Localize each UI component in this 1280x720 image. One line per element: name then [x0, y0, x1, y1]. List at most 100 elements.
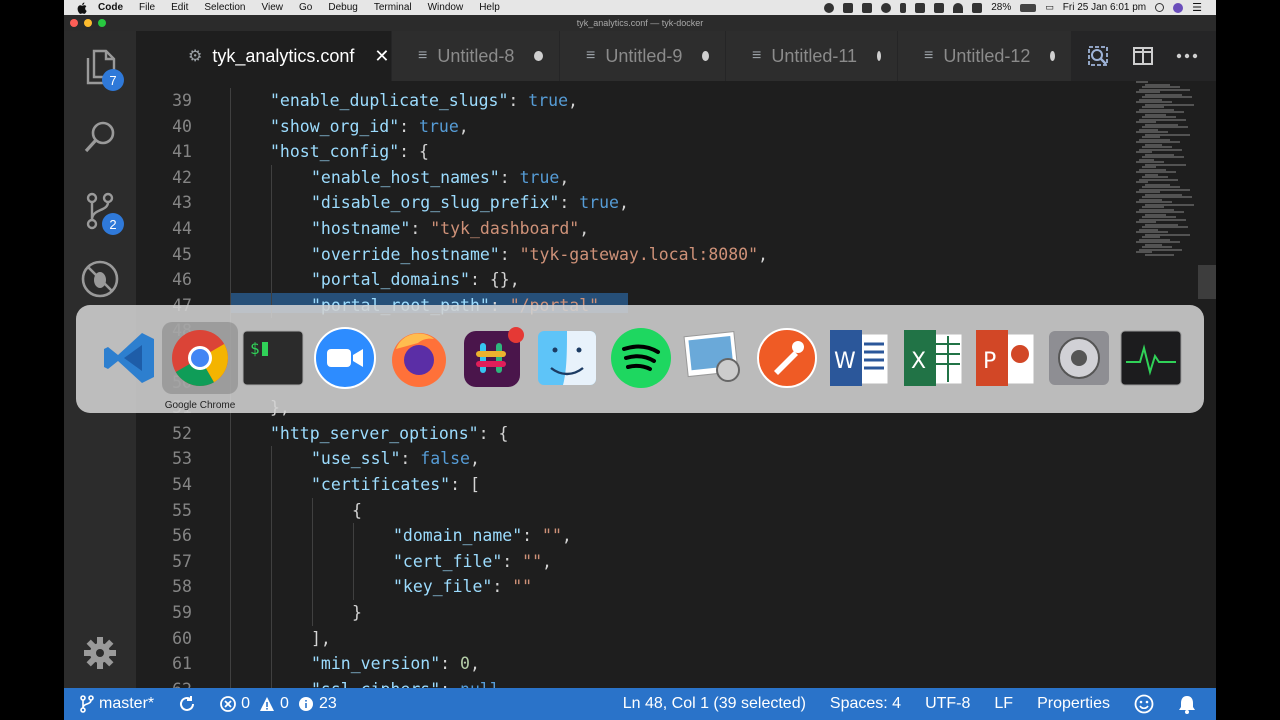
code-token: "portal_domains" [311, 270, 470, 290]
excel-app[interactable]: X [902, 327, 964, 389]
unsaved-dot-icon[interactable] [877, 51, 881, 61]
code-line[interactable]: 61 "min_version": 0, [136, 651, 1136, 677]
code-line[interactable]: 42 "enable_host_names": true, [136, 164, 1136, 191]
flag-icon[interactable]: ▭ [1045, 2, 1054, 13]
code-line[interactable]: 41 "host_config": { [136, 139, 1136, 165]
menu-code[interactable]: Code [98, 2, 123, 13]
sync-button[interactable] [178, 695, 196, 713]
code-line[interactable]: 57 "cert_file": "", [136, 548, 1136, 575]
finder-app[interactable] [536, 327, 598, 389]
debug-activity[interactable] [80, 259, 120, 299]
manage-activity[interactable] [80, 633, 120, 673]
siri-icon[interactable] [1173, 2, 1184, 13]
menu-window[interactable]: Window [428, 2, 464, 13]
tab-untitled-11[interactable]: ≡ Untitled-11 [726, 31, 898, 81]
code-line[interactable]: 62 "ssl_ciphers": null [136, 676, 1136, 688]
line-number: 58 [172, 577, 192, 597]
menu-edit[interactable]: Edit [171, 2, 188, 13]
explorer-activity[interactable]: 7 [80, 47, 124, 91]
word-app[interactable]: W [828, 327, 890, 389]
volume-icon[interactable] [972, 2, 983, 13]
eol-setting[interactable]: LF [994, 695, 1013, 713]
notification-bell-icon[interactable] [1178, 694, 1196, 714]
code-line[interactable]: 45 "override_hostname": "tyk-gateway.loca… [136, 241, 1136, 268]
preview-app[interactable] [682, 327, 744, 389]
unsaved-dot-icon[interactable] [1050, 51, 1055, 61]
code-line[interactable]: 54 "certificates": [ [136, 472, 1136, 498]
code-line[interactable]: 55 { [136, 497, 1136, 524]
vscode-app[interactable] [98, 327, 160, 389]
problems-indicator[interactable]: 0 0 23 [220, 695, 337, 713]
menu-debug[interactable]: Debug [328, 2, 357, 13]
editor-scrollbar[interactable] [1198, 265, 1216, 299]
system-preferences-app[interactable] [1048, 327, 1110, 389]
menu-go[interactable]: Go [299, 2, 312, 13]
cursor-position[interactable]: Ln 48, Col 1 (39 selected) [623, 695, 806, 713]
dropbox-icon[interactable] [862, 2, 873, 13]
code-line[interactable]: 44 "hostname": "tyk_dashboard", [136, 216, 1136, 242]
more-actions-icon[interactable] [1176, 52, 1198, 60]
indent-guide [312, 574, 313, 600]
bluetooth-icon[interactable] [900, 2, 907, 13]
postman-app[interactable] [756, 327, 818, 389]
menu-help[interactable]: Help [479, 2, 500, 13]
feedback-smiley-icon[interactable] [1134, 694, 1154, 714]
code-line[interactable]: 52 "http_server_options": { [136, 420, 1136, 447]
tab-untitled-12[interactable]: ≡ Untitled-12 [898, 31, 1072, 81]
menu-terminal[interactable]: Terminal [374, 2, 412, 13]
time-machine-icon[interactable] [934, 2, 945, 13]
pocket-icon[interactable] [843, 2, 854, 13]
zoom-app[interactable] [314, 327, 376, 389]
do-not-disturb-icon[interactable] [824, 2, 835, 13]
split-editor-icon[interactable] [1132, 45, 1154, 67]
scm-badge: 2 [102, 213, 124, 235]
notification-center-icon[interactable]: ☰ [1192, 1, 1202, 14]
branch-indicator[interactable]: master* [80, 695, 154, 713]
tab-untitled-8[interactable]: ≡ Untitled-8 [392, 31, 560, 81]
powerpoint-app[interactable]: P [974, 327, 1036, 389]
close-tab-icon[interactable]: ✕ [374, 46, 389, 67]
language-mode[interactable]: Properties [1037, 695, 1110, 713]
display-icon[interactable] [915, 2, 926, 13]
terminal-app[interactable]: $ [242, 327, 304, 389]
code-line[interactable]: 60], [136, 625, 1136, 652]
chrome-app[interactable] [162, 322, 238, 394]
wifi-icon[interactable] [953, 2, 964, 13]
battery-icon[interactable] [1020, 3, 1037, 12]
tab-untitled-9[interactable]: ≡ Untitled-9 [560, 31, 726, 81]
code-line[interactable]: 46 "portal_domains": {}, [136, 267, 1136, 293]
firefox-app[interactable] [388, 327, 450, 389]
code-token: , [579, 219, 590, 238]
code-line[interactable]: 59} [136, 600, 1136, 626]
spotlight-icon[interactable] [1155, 3, 1165, 12]
menu-view[interactable]: View [262, 2, 284, 13]
menu-file[interactable]: File [139, 2, 155, 13]
unsaved-dot-icon[interactable] [534, 51, 543, 61]
unsaved-dot-icon[interactable] [702, 51, 709, 61]
code-line[interactable]: 58 "key_file": "" [136, 574, 1136, 600]
indentation-setting[interactable]: Spaces: 4 [830, 695, 901, 713]
menu-selection[interactable]: Selection [204, 2, 245, 13]
tab-tyk-analytics-conf[interactable]: ⚙ tyk_analytics.conf ✕ [136, 31, 392, 81]
code-line[interactable]: 40 "show_org_id": true, [136, 113, 1136, 140]
code-line[interactable]: 53 "use_ssl": false, [136, 446, 1136, 472]
encoding-setting[interactable]: UTF-8 [925, 695, 970, 713]
code-line[interactable]: 56 "domain_name": "", [136, 523, 1136, 549]
word-icon: W [830, 330, 889, 386]
sync-icon[interactable] [881, 2, 892, 13]
search-activity[interactable] [80, 117, 120, 157]
open-changes-icon[interactable] [1086, 44, 1110, 68]
battery-percent[interactable]: 28% [991, 2, 1011, 13]
menu-bar-clock[interactable]: Fri 25 Jan 6:01 pm [1063, 2, 1146, 13]
apple-icon[interactable] [76, 2, 88, 14]
code-token: "" [512, 577, 533, 597]
slack-app[interactable] [462, 327, 524, 389]
source-control-activity[interactable]: 2 [80, 191, 124, 235]
excel-icon: X [904, 330, 963, 386]
code-line[interactable]: 43 "disable_org_slug_prefix": true, [136, 190, 1136, 216]
spotify-app[interactable] [610, 327, 672, 389]
code-token: true [419, 116, 459, 136]
minimap[interactable] [1136, 81, 1196, 261]
activity-monitor-app[interactable] [1120, 327, 1182, 389]
code-line[interactable]: 39 "enable_duplicate_slugs": true, [136, 88, 1136, 114]
